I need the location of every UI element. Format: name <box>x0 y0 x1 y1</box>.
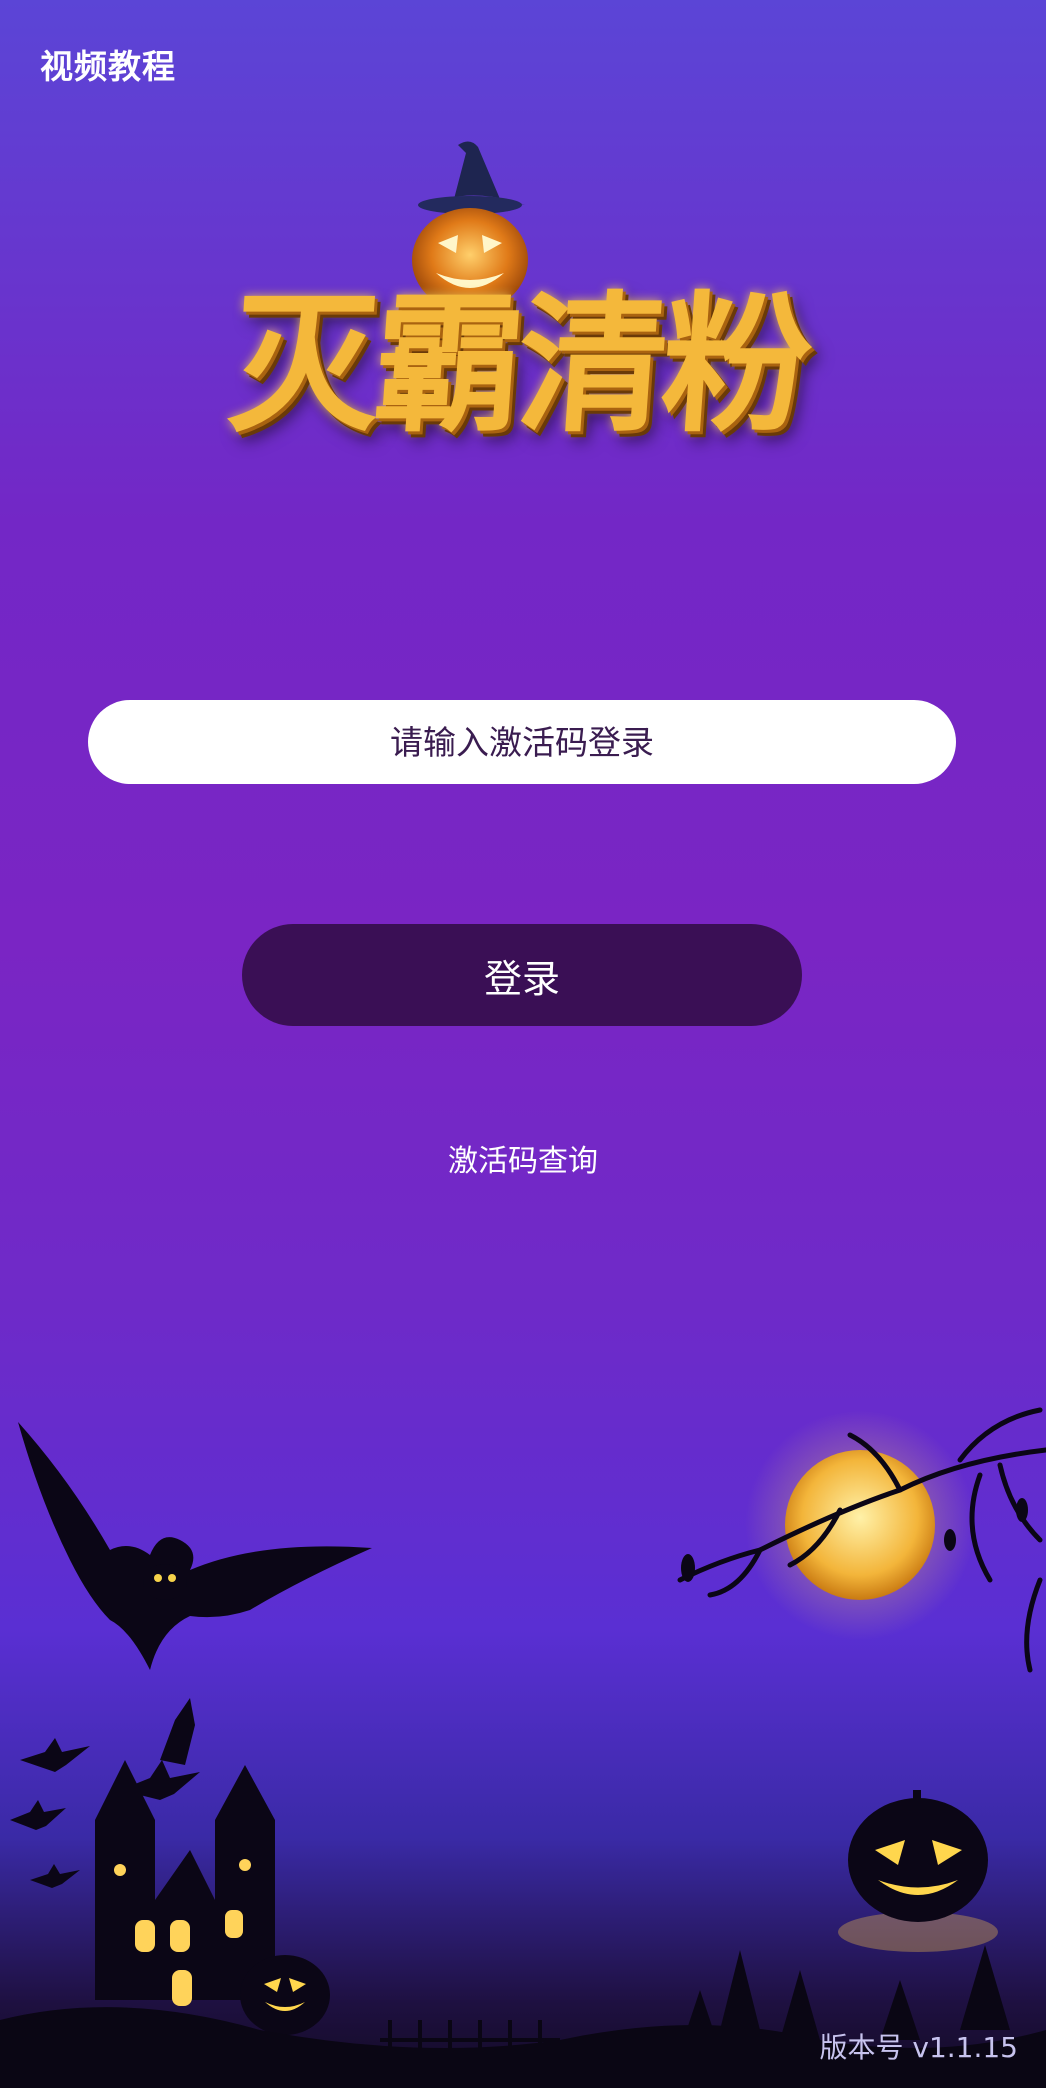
app-logo: 灭霸清粉 <box>210 135 850 495</box>
jack-o-lantern-icon <box>838 1790 998 1952</box>
app-title: 灭霸清粉 <box>223 277 813 453</box>
haunted-castle-icon <box>95 1760 275 2000</box>
login-button[interactable]: 登录 <box>242 924 802 1026</box>
version-label: 版本号 v1.1.15 <box>819 2031 1018 2064</box>
activation-code-input[interactable] <box>88 700 956 784</box>
activation-code-query-link[interactable]: 激活码查询 <box>0 1136 1046 1180</box>
video-tutorial-link[interactable]: 视频教程 <box>40 40 176 88</box>
bat-icon <box>18 1422 372 1670</box>
halloween-background-scene <box>0 1407 1046 2088</box>
